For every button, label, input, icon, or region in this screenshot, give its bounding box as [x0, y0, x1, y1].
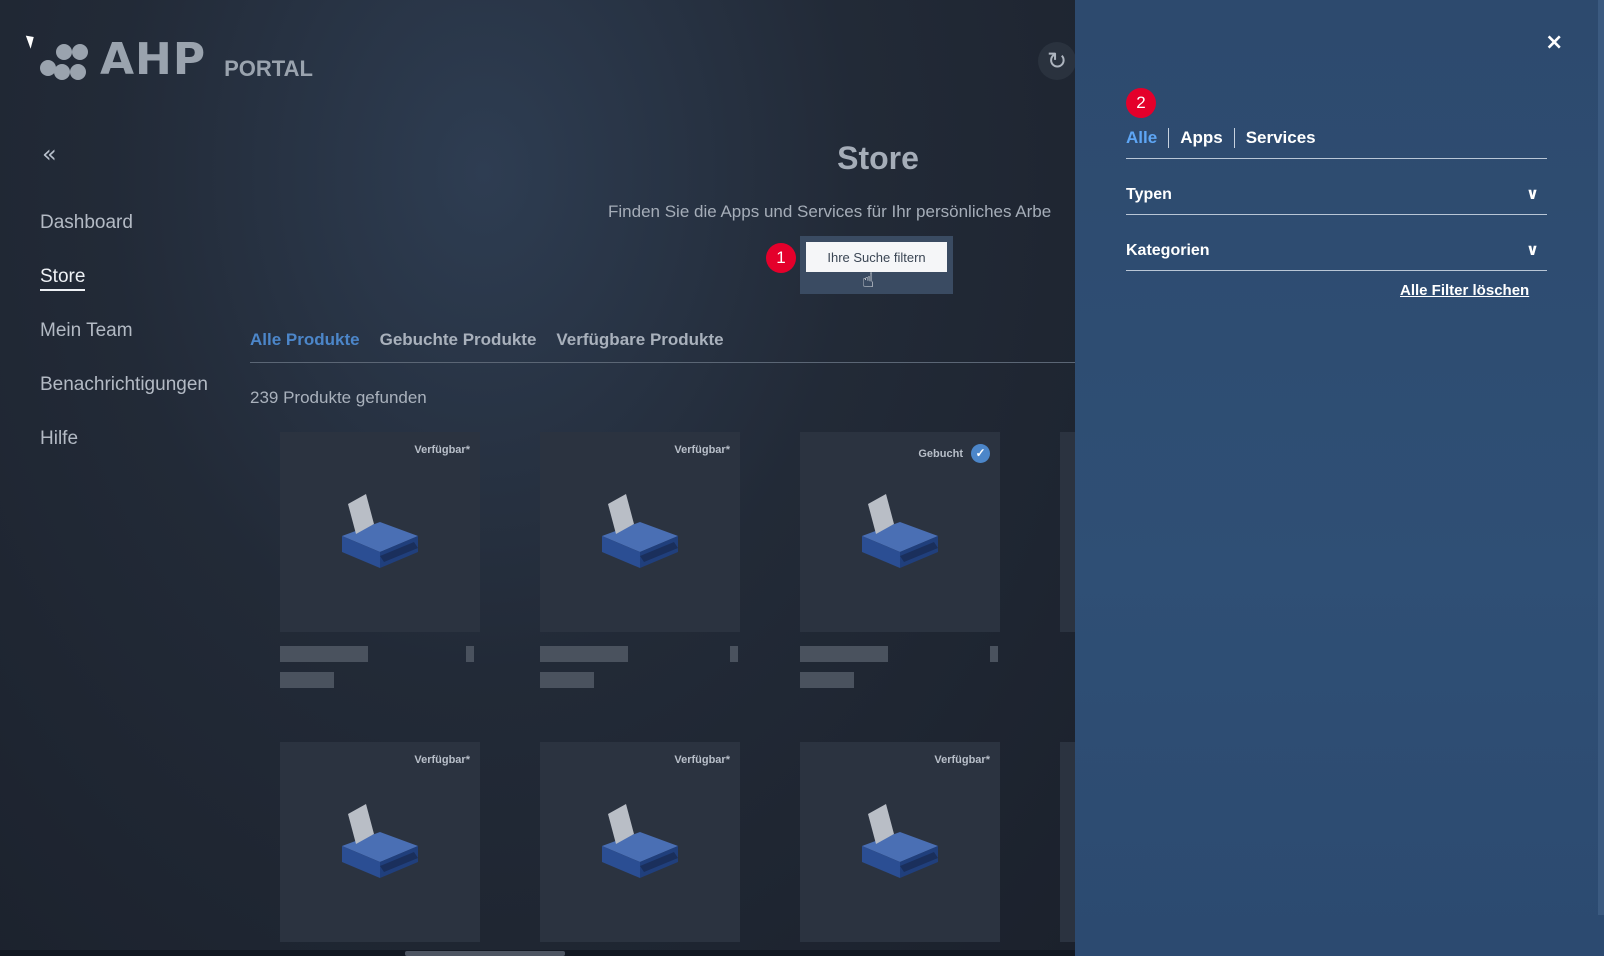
- printer-icon: [862, 804, 938, 878]
- status-badge: Verfügbar*: [674, 754, 730, 766]
- filter-button-highlight: Ihre Suche filtern ☝: [800, 236, 953, 294]
- product-card[interactable]: Gebucht ✓: [800, 432, 1000, 688]
- section-divider: [1126, 270, 1547, 271]
- product-card[interactable]: Verfügbar*: [800, 742, 1000, 942]
- tab-verfuegbare-produkte[interactable]: Verfügbare Produkte: [556, 330, 723, 350]
- refresh-icon[interactable]: ↻: [1038, 42, 1075, 80]
- section-typen[interactable]: Typen ∨: [1126, 184, 1547, 204]
- chevron-down-icon: ∨: [1526, 240, 1539, 259]
- blurred-title: [540, 646, 628, 662]
- product-card[interactable]: Verfügbar*: [540, 742, 740, 942]
- sidebar-nav: Dashboard Store Mein Team Benachrichtigu…: [40, 210, 208, 480]
- blurred-subtitle: [800, 672, 854, 688]
- panel-scrollbar[interactable]: [1598, 0, 1604, 915]
- clear-filters-link[interactable]: Alle Filter löschen: [1400, 282, 1529, 299]
- product-card[interactable]: Verfügbar*: [280, 742, 480, 942]
- logo-mark: AHP: [100, 34, 207, 85]
- chevron-down-icon: ∨: [1526, 184, 1539, 203]
- product-tabs: Alle Produkte Gebuchte Produkte Verfügba…: [250, 330, 724, 350]
- status-badge: Verfügbar*: [414, 754, 470, 766]
- blurred-subtitle: [540, 672, 594, 688]
- blurred-subtitle: [280, 672, 334, 688]
- blurred-title: [800, 646, 888, 662]
- sidebar-item-benachrichtigungen[interactable]: Benachrichtigungen: [40, 372, 208, 426]
- tabs-divider: [1126, 158, 1547, 159]
- close-icon[interactable]: ×: [1545, 30, 1563, 55]
- printer-icon: [602, 494, 678, 568]
- status-badge: Verfügbar*: [934, 754, 990, 766]
- page-title: Store: [837, 140, 919, 176]
- status-badge: Verfügbar*: [674, 444, 730, 456]
- mouse-cursor-icon: [25, 33, 38, 49]
- printer-icon: [342, 494, 418, 568]
- filter-search-button[interactable]: Ihre Suche filtern: [806, 242, 947, 272]
- main-area: AHP PORTAL ↻ « Dashboard Store Mein Team…: [0, 0, 1075, 956]
- horizontal-scrollbar-thumb[interactable]: [405, 951, 565, 956]
- blurred-meta: [990, 646, 998, 662]
- result-count: 239 Produkte gefunden: [250, 388, 427, 407]
- product-card-partial[interactable]: [1060, 432, 1075, 632]
- tab-apps[interactable]: Apps: [1168, 128, 1234, 148]
- tab-gebuchte-produkte[interactable]: Gebuchte Produkte: [380, 330, 537, 350]
- section-kategorien[interactable]: Kategorien ∨: [1126, 240, 1547, 260]
- logo-dots-icon: [40, 42, 90, 82]
- tab-alle[interactable]: Alle: [1126, 128, 1168, 148]
- hand-cursor-icon: ☝: [862, 268, 875, 292]
- printer-icon: [342, 804, 418, 878]
- page-description: Finden Sie die Apps und Services für Ihr…: [608, 202, 1052, 221]
- section-divider: [1126, 214, 1547, 215]
- sidebar-item-store[interactable]: Store: [40, 264, 208, 318]
- status-badge: Verfügbar*: [414, 444, 470, 456]
- logo[interactable]: AHP PORTAL: [40, 38, 313, 82]
- sidebar-item-hilfe[interactable]: Hilfe: [40, 426, 208, 480]
- logo-sub: PORTAL: [224, 56, 313, 81]
- status-badge: Gebucht ✓: [918, 444, 990, 463]
- blurred-title: [280, 646, 368, 662]
- filter-type-tabs: Alle Apps Services: [1126, 128, 1327, 148]
- step-badge-2: 2: [1126, 88, 1156, 118]
- step-badge-1: 1: [766, 243, 796, 273]
- filter-panel: × 2 Alle Apps Services Typen ∨ Kategorie…: [1075, 0, 1604, 956]
- sidebar-item-mein-team[interactable]: Mein Team: [40, 318, 208, 372]
- sidebar-item-dashboard[interactable]: Dashboard: [40, 210, 208, 264]
- product-card[interactable]: Verfügbar*: [540, 432, 740, 688]
- tab-services[interactable]: Services: [1233, 128, 1327, 148]
- product-card-partial[interactable]: [1060, 742, 1075, 942]
- tab-alle-produkte[interactable]: Alle Produkte: [250, 330, 360, 350]
- printer-icon: [602, 804, 678, 878]
- printer-icon: [862, 494, 938, 568]
- blurred-meta: [730, 646, 738, 662]
- booked-check-icon: ✓: [971, 444, 990, 463]
- blurred-meta: [466, 646, 474, 662]
- product-card[interactable]: Verfügbar*: [280, 432, 480, 688]
- tabs-divider: [250, 362, 1075, 363]
